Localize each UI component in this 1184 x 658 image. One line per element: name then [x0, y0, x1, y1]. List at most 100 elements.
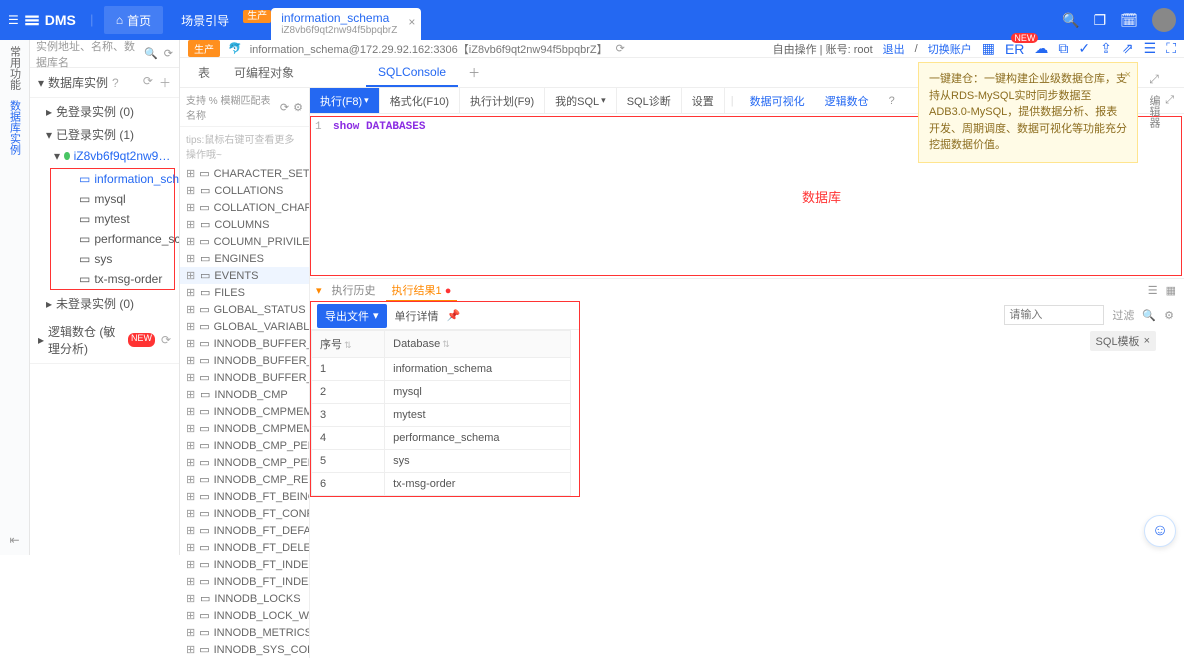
my-sql-button[interactable]: 我的SQL▾	[545, 88, 617, 113]
table-row[interactable]: 6tx-msg-order	[312, 473, 571, 496]
expand-icon[interactable]: ⊞	[186, 371, 195, 384]
section-db-instance[interactable]: ▾ 数据库实例 ? ⟳ ＋	[30, 68, 179, 98]
help-icon[interactable]: ?	[879, 95, 905, 107]
table-item[interactable]: ⊞▭COLUMNS	[180, 216, 309, 233]
row-detail-button[interactable]: 单行详情	[395, 308, 439, 324]
table-item[interactable]: ⊞▭INNODB_CMP_PER_INDEX	[180, 437, 309, 454]
chevron-down-icon[interactable]: ▾	[316, 284, 322, 297]
table-item[interactable]: ⊞▭INNODB_BUFFER_POOL_…	[180, 369, 309, 386]
refresh-icon[interactable]: ⟳	[143, 74, 153, 91]
expand-icon[interactable]: ⊞	[186, 286, 196, 299]
refresh-icon[interactable]: ⟳	[161, 333, 171, 347]
refresh-icon[interactable]: ⟳	[616, 42, 625, 55]
run-button[interactable]: 执行(F8)▾	[310, 88, 380, 113]
table-item[interactable]: ⊞▭EVENTS	[180, 267, 309, 284]
search-icon[interactable]: 🔍	[144, 47, 158, 60]
table-item[interactable]: ⊞▭COLUMN_PRIVILEGES	[180, 233, 309, 250]
fullscreen-icon[interactable]: ⛶	[1166, 40, 1176, 57]
expand-icon[interactable]: ⤢	[1149, 72, 1159, 87]
format-button[interactable]: 格式化(F10)	[380, 88, 460, 113]
db-information-schema[interactable]: ▭information_schema	[51, 169, 174, 189]
logic-link[interactable]: 逻辑数仓	[815, 93, 879, 109]
filter-label[interactable]: 过滤	[1112, 307, 1134, 323]
refresh-icon[interactable]: ⟳	[164, 47, 173, 60]
expand-icon[interactable]: ⊞	[186, 218, 196, 231]
settings-button[interactable]: 设置	[682, 88, 725, 113]
sql-template-chip[interactable]: SQL模板×	[1090, 331, 1156, 351]
product-logo[interactable]: DMS	[23, 11, 76, 29]
group-free[interactable]: ▸免登录实例 (0)	[30, 100, 179, 123]
expand-icon[interactable]: ⊞	[186, 320, 195, 333]
task-icon[interactable]: ✓	[1078, 40, 1090, 57]
table-item[interactable]: ⊞▭INNODB_CMPMEM	[180, 403, 309, 420]
expand-icon[interactable]: ⊞	[186, 354, 195, 367]
db-mysql[interactable]: ▭mysql	[51, 189, 174, 209]
expand-icon[interactable]: ⊞	[186, 456, 195, 469]
table-item[interactable]: ⊞▭INNODB_CMP	[180, 386, 309, 403]
hamburger-icon[interactable]: ☰	[8, 13, 19, 27]
settings-icon[interactable]: ⚙	[293, 101, 303, 114]
table-item[interactable]: ⊞▭INNODB_FT_BEING_DEL…	[180, 488, 309, 505]
help-icon[interactable]: ?	[112, 76, 119, 90]
group-logged[interactable]: ▾已登录实例 (1)	[30, 123, 179, 146]
viz-link[interactable]: 数据可视化	[740, 93, 815, 109]
table-item[interactable]: ⊞▭INNODB_LOCKS	[180, 590, 309, 607]
table-item[interactable]: ⊞▭INNODB_SYS_COLUMNS	[180, 641, 309, 658]
table-row[interactable]: 4performance_schema	[312, 427, 571, 450]
collapse-icon[interactable]: ⇤	[9, 533, 19, 547]
search-icon[interactable]: 🔍	[1142, 309, 1156, 322]
table-item[interactable]: ⊞▭INNODB_FT_CONFIG	[180, 505, 309, 522]
table-item[interactable]: ⊞▭COLLATION_CHARACTE…	[180, 199, 309, 216]
right-dock-label[interactable]: 编辑器	[1146, 95, 1162, 128]
expand-icon[interactable]: ⊞	[186, 643, 195, 656]
expand-icon[interactable]: ⊞	[186, 235, 195, 248]
share-icon[interactable]: ⇗	[1122, 40, 1134, 57]
refresh-icon[interactable]: ⟳	[280, 101, 289, 114]
close-icon[interactable]: ×	[1144, 335, 1150, 347]
table-item[interactable]: ⊞▭FILES	[180, 284, 309, 301]
table-row[interactable]: 3mytest	[312, 404, 571, 427]
table-item[interactable]: ⊞▭GLOBAL_VARIABLES	[180, 318, 309, 335]
tab-programmable[interactable]: 可编程对象	[222, 58, 306, 87]
expand-icon[interactable]: ⊞	[186, 439, 195, 452]
table-item[interactable]: ⊞▭INNODB_LOCK_WAITS	[180, 607, 309, 624]
search-icon[interactable]: 🔍	[1062, 12, 1079, 29]
grid-icon[interactable]: ▦	[1166, 284, 1176, 297]
avatar[interactable]	[1152, 8, 1176, 32]
table-row[interactable]: 2mysql	[312, 381, 571, 404]
grid-icon[interactable]: ▦	[982, 40, 995, 57]
tab-result1[interactable]: 执行结果1 ●	[386, 280, 458, 301]
close-icon[interactable]: ×	[1125, 67, 1131, 84]
logout-link[interactable]: 退出	[883, 41, 905, 57]
table-item[interactable]: ⊞▭INNODB_CMP_RESET	[180, 471, 309, 488]
table-item[interactable]: ⊞▭GLOBAL_STATUS	[180, 301, 309, 318]
gear-icon[interactable]: ⚙	[1164, 309, 1174, 322]
host-node[interactable]: ▾iZ8vb6f9qt2nw94f5bpqbrZ	[30, 146, 179, 166]
tab-history[interactable]: 执行历史	[326, 280, 382, 300]
expand-icon[interactable]: ⊞	[186, 252, 196, 265]
home-button[interactable]: ⌂ 首页	[104, 6, 163, 34]
table-item[interactable]: ⊞▭INNODB_CMP_PER_IN…	[180, 454, 309, 471]
table-item[interactable]: ⊞▭INNODB_CMPMEM_RESET	[180, 420, 309, 437]
expand-icon[interactable]: ⊞	[186, 269, 196, 282]
db-sys[interactable]: ▭sys	[51, 249, 174, 269]
table-item[interactable]: ⊞▭INNODB_METRICS	[180, 624, 309, 641]
table-filter[interactable]: 支持 % 模糊匹配表名称 ⟳ ⚙	[180, 88, 309, 127]
expand-icon[interactable]: ⊞	[186, 609, 195, 622]
rail-db-instance[interactable]: 数据库实例	[7, 100, 23, 155]
plan-button[interactable]: 执行计划(F9)	[460, 88, 545, 113]
table-item[interactable]: ⊞▭INNODB_BUFFER_PAGE_…	[180, 352, 309, 369]
expand-icon[interactable]: ⊞	[186, 422, 195, 435]
rail-common[interactable]: 常用功能	[7, 46, 23, 90]
expand-icon[interactable]: ⊞	[186, 405, 195, 418]
section-logic-dw[interactable]: ▸逻辑数仓 (敏理分析) NEW⟳	[30, 317, 179, 364]
tab-tables[interactable]: 表	[186, 58, 222, 87]
expand-icon[interactable]: ⊞	[186, 592, 196, 605]
er-button[interactable]: ERNEW	[1005, 41, 1024, 57]
col-index[interactable]: 序号⇅	[312, 331, 385, 358]
pin-icon[interactable]: 📌	[447, 309, 461, 322]
switch-account-link[interactable]: 切换账户	[928, 41, 972, 57]
cube-icon[interactable]: ❐	[1094, 12, 1107, 29]
expand-icon[interactable]: ⊞	[186, 184, 196, 197]
expand-icon[interactable]: ⊞	[186, 490, 195, 503]
